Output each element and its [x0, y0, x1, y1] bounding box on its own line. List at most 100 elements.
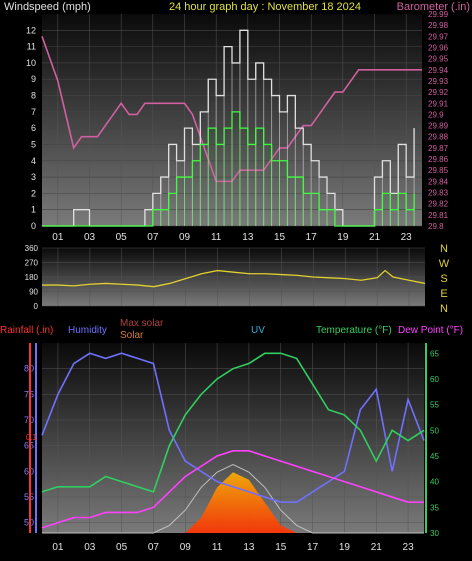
wind-tick-label: 7 — [31, 107, 36, 117]
direction-ticks: 0 90 180 270 360 — [25, 244, 39, 311]
barometer-tick-label: 29.89 — [428, 122, 449, 131]
x-tick-label: 05 — [116, 542, 128, 553]
x-tick-label: 09 — [179, 232, 191, 243]
x-tick-label: 05 — [116, 232, 128, 243]
wind-tick-label: 12 — [26, 25, 36, 35]
compass-label: S — [440, 273, 447, 285]
legend-label: Rainfall (.in) — [0, 325, 53, 336]
humidity-tick-label: 55 — [24, 492, 34, 502]
x-tick-label: 11 — [211, 232, 222, 243]
x-tick-label: 07 — [147, 232, 159, 243]
barometer-tick-label: 29.94 — [428, 66, 449, 75]
direction-tick-label: 270 — [25, 259, 39, 268]
x-tick-label: 19 — [339, 542, 351, 553]
legend-label: Solar — [120, 330, 144, 341]
temperature-tick-label: 50 — [430, 426, 439, 435]
humidity-tick-label: 60 — [24, 466, 34, 476]
wind-tick-label: 4 — [31, 156, 36, 166]
direction-tick-label: 180 — [25, 273, 39, 282]
direction-tick-label: 90 — [29, 288, 38, 297]
compass-label: N — [440, 303, 448, 315]
barometer-tick-label: 29.93 — [428, 77, 449, 86]
climate-x-ticks: 01 03 05 07 09 11 13 15 17 19 21 23 — [52, 542, 414, 553]
humidity-tick-label: 65 — [24, 441, 34, 451]
direction-tick-label: 0 — [34, 302, 39, 311]
x-tick-label: 21 — [369, 232, 381, 243]
x-tick-label: 03 — [84, 232, 96, 243]
temperature-tick-label: 45 — [430, 452, 439, 461]
barometer-tick-label: 29.96 — [428, 43, 449, 52]
legend-label: Max solar — [120, 318, 164, 329]
barometer-tick-label: 29.9 — [428, 110, 444, 119]
barometer-label: Barometer (.in) — [397, 1, 470, 13]
barometer-tick-label: 29.88 — [428, 133, 449, 142]
x-tick-label: 13 — [243, 542, 255, 553]
humidity-tick-label: 80 — [24, 364, 34, 374]
barometer-tick-label: 29.87 — [428, 144, 449, 153]
wind-tick-label: 10 — [26, 58, 36, 68]
wind-tick-label: 2 — [31, 188, 36, 198]
wind-ticks: 0123456789101112 — [26, 25, 36, 231]
x-tick-label: 09 — [180, 542, 192, 553]
wind-tick-label: 3 — [31, 172, 36, 182]
chart-title: 24 hour graph day : November 18 2024 — [169, 1, 361, 13]
x-tick-label: 17 — [307, 542, 319, 553]
wind-tick-label: 6 — [31, 123, 36, 133]
wind-x-ticks: 01 03 05 07 09 11 13 15 17 19 21 23 — [52, 232, 412, 243]
wind-label: Windspeed (mph) — [4, 1, 91, 13]
barometer-tick-label: 29.82 — [428, 200, 449, 209]
x-tick-label: 11 — [212, 542, 223, 553]
x-tick-label: 21 — [371, 542, 383, 553]
direction-tick-label: 360 — [25, 244, 39, 253]
humidity-tick-label: 75 — [24, 389, 34, 399]
wind-tick-label: 1 — [31, 205, 36, 215]
humidity-tick-label: 50 — [24, 518, 34, 528]
barometer-tick-label: 29.81 — [428, 211, 449, 220]
x-tick-label: 23 — [403, 542, 415, 553]
temperature-tick-label: 40 — [430, 478, 439, 487]
wind-tick-label: 11 — [27, 42, 36, 52]
x-tick-label: 03 — [84, 542, 96, 553]
barometer-tick-label: 29.8 — [428, 222, 444, 231]
humidity-tick-label: 70 — [24, 415, 34, 425]
compass-labels: NWSEN — [439, 243, 450, 315]
temperature-tick-label: 65 — [430, 349, 439, 358]
temperature-tick-label: 30 — [430, 529, 439, 538]
barometer-tick-label: 29.85 — [428, 166, 449, 175]
wind-tick-label: 5 — [31, 139, 36, 149]
climate-legend: Rainfall (.in) Humidity Max solarSolar UV Te… — [0, 318, 463, 341]
barometer-tick-label: 29.97 — [428, 32, 449, 41]
x-tick-label: 17 — [306, 232, 318, 243]
x-tick-label: 01 — [52, 542, 64, 553]
temperature-tick-label: 35 — [430, 503, 439, 512]
x-tick-label: 07 — [148, 542, 160, 553]
barometer-tick-label: 29.84 — [428, 177, 449, 186]
humidity-ticks: 50 55 60 65 70 75 80 — [24, 364, 34, 528]
rain-tick: 0.1 — [26, 433, 38, 442]
legend-label: UV — [251, 325, 265, 336]
legend-label: Temperature (°F) — [316, 325, 392, 336]
compass-label: N — [440, 243, 448, 255]
x-tick-label: 13 — [242, 232, 254, 243]
temperature-ticks: 30 35 40 45 50 55 60 65 — [430, 349, 439, 538]
barometer-tick-label: 29.86 — [428, 155, 449, 164]
temperature-tick-label: 60 — [430, 375, 439, 384]
wind-tick-label: 0 — [31, 221, 36, 231]
x-tick-label: 01 — [52, 232, 64, 243]
legend-label: Humidity — [68, 325, 107, 336]
barometer-tick-label: 29.83 — [428, 189, 449, 198]
barometer-tick-label: 29.98 — [428, 21, 449, 30]
x-tick-label: 19 — [337, 232, 349, 243]
barometer-tick-label: 29.91 — [428, 99, 449, 108]
x-tick-label: 23 — [401, 232, 413, 243]
compass-label: W — [439, 258, 450, 270]
wind-tick-label: 9 — [31, 74, 36, 84]
barometer-ticks: 29.8 29.81 29.82 29.83 29.84 29.85 29.86 29.87 2… — [428, 10, 449, 231]
barometer-tick-label: 29.92 — [428, 88, 449, 97]
legend-label: Dew Point (°F) — [398, 325, 463, 336]
temperature-tick-label: 55 — [430, 401, 439, 410]
x-tick-label: 15 — [275, 542, 287, 553]
wind-tick-label: 8 — [31, 91, 36, 101]
compass-label: E — [440, 288, 447, 300]
barometer-tick-label: 29.95 — [428, 55, 449, 64]
